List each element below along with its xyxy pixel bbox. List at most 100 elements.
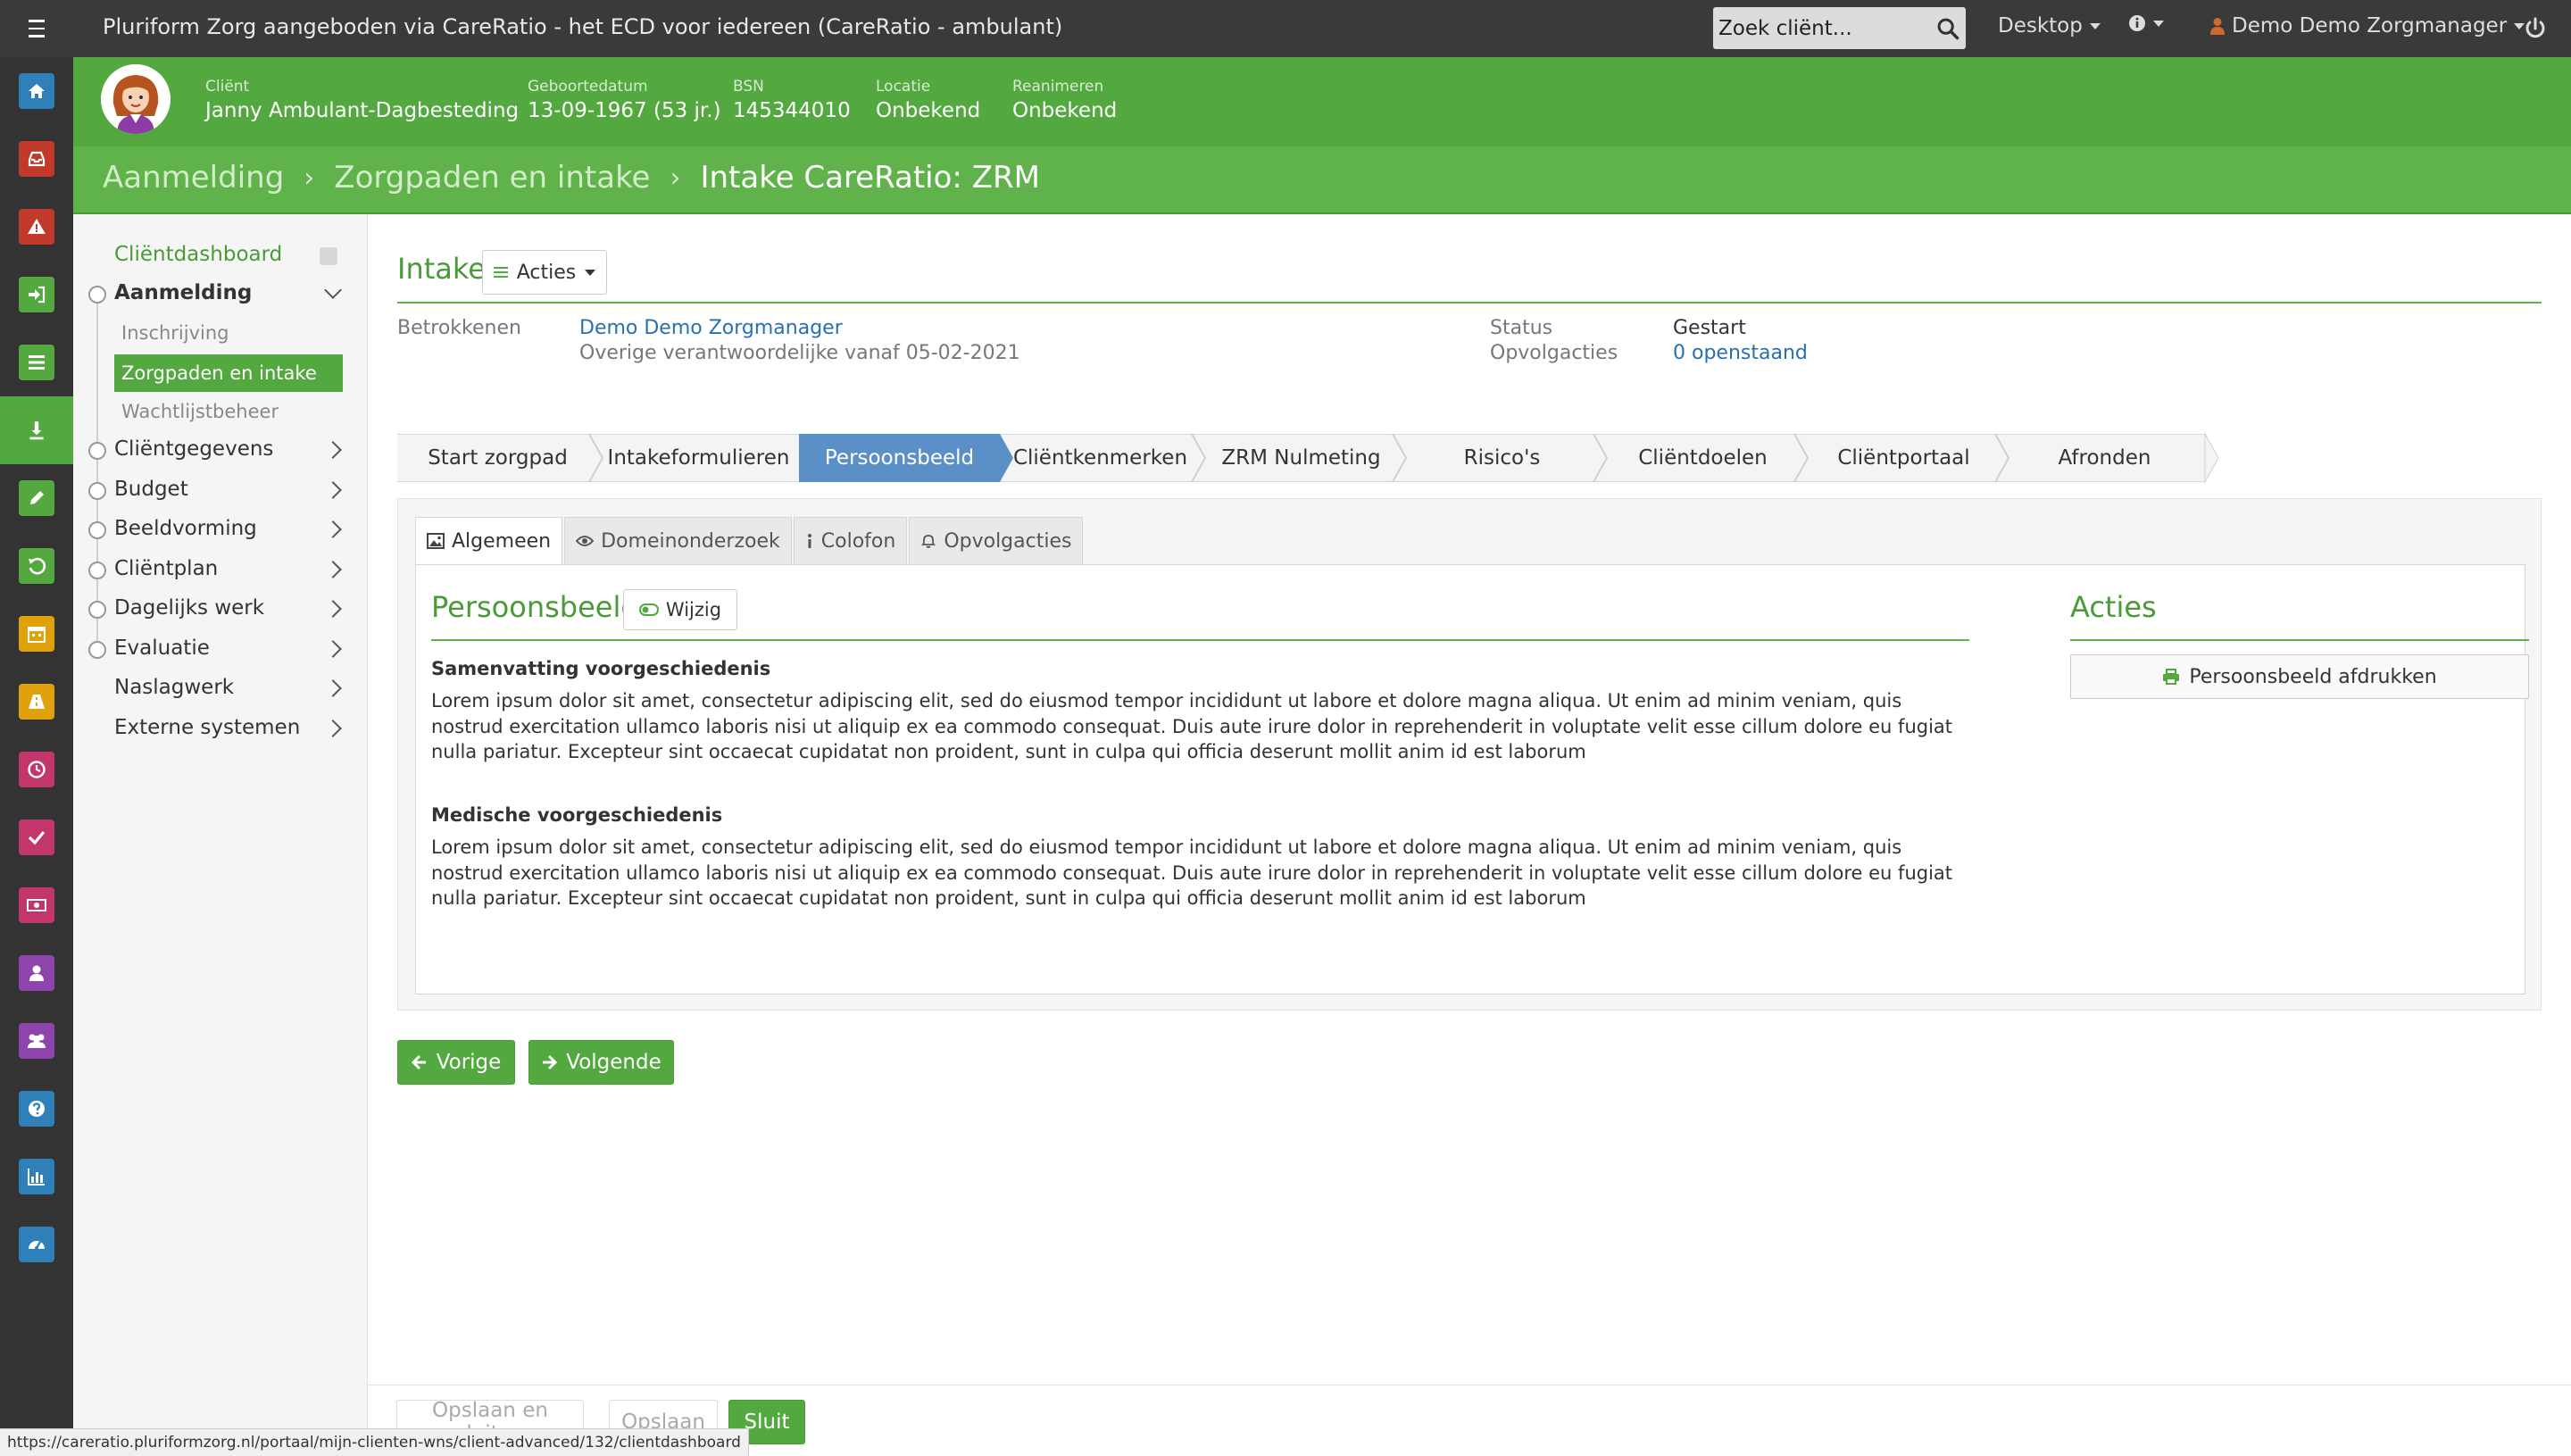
- print-persoonsbeeld-button[interactable]: Persoonsbeeld afdrukken: [2070, 654, 2529, 699]
- sidebar-item-aanmelding[interactable]: Aanmelding: [114, 281, 252, 304]
- section-divider: [2070, 639, 2529, 641]
- sidebar-item-zorgpaden-en-intake[interactable]: Zorgpaden en intake: [114, 354, 343, 392]
- sidebar-item-naslagwerk[interactable]: Naslagwerk: [114, 676, 234, 699]
- section-divider: [397, 302, 2542, 304]
- rail-item-clients[interactable]: [0, 396, 73, 464]
- rail-item-road[interactable]: [0, 668, 73, 736]
- desktop-dropdown-label: Desktop: [1998, 14, 2083, 37]
- browser-status-url: https://careratio.pluriformzorg.nl/porta…: [0, 1428, 749, 1456]
- chevron-right-icon[interactable]: [324, 720, 342, 737]
- resuscitation-label: Reanimeren: [1012, 78, 1104, 96]
- inbox-icon: [19, 141, 54, 177]
- chevron-right-icon[interactable]: [324, 600, 342, 618]
- rail-item-dashboard[interactable]: [0, 1211, 73, 1278]
- tab-colofon[interactable]: Colofon: [793, 517, 908, 565]
- location-field: Locatie Onbekend: [876, 78, 980, 122]
- medische-heading: Medische voorgeschiedenis: [431, 804, 723, 826]
- rail-item-sign-in[interactable]: [0, 261, 73, 329]
- bsn-value: 145344010: [733, 99, 851, 122]
- menu-toggle-button[interactable]: [0, 0, 73, 57]
- betrokkene-link[interactable]: Demo Demo Zorgmanager: [579, 317, 843, 339]
- chevron-down-icon[interactable]: [324, 281, 342, 299]
- caret-down-icon: [585, 269, 596, 276]
- rail-item-time[interactable]: [0, 736, 73, 803]
- chevron-right-icon[interactable]: [324, 640, 342, 658]
- arrow-right-icon: [543, 1054, 558, 1070]
- previous-step-button[interactable]: Vorige: [397, 1040, 515, 1085]
- tab-label: Opvolgacties: [944, 529, 1072, 553]
- chevron-right-icon[interactable]: [324, 679, 342, 697]
- tab-algemeen[interactable]: Algemeen: [415, 517, 563, 565]
- client-avatar[interactable]: [101, 64, 171, 134]
- search-icon[interactable]: [1935, 16, 1960, 41]
- rail-item-finance[interactable]: [0, 871, 73, 939]
- dashboard-icon: [19, 1227, 54, 1262]
- breadcrumb-aanmelding[interactable]: Aanmelding: [103, 160, 284, 196]
- wijzig-button[interactable]: Wijzig: [623, 589, 737, 630]
- opvolgacties-link[interactable]: 0 openstaand: [1673, 342, 1808, 364]
- rail-item-edit[interactable]: [0, 464, 73, 532]
- user-icon: [2210, 18, 2225, 35]
- rail-item-tasks[interactable]: [0, 803, 73, 871]
- rail-item-help[interactable]: [0, 1075, 73, 1143]
- rail-item-user[interactable]: [0, 939, 73, 1007]
- birthdate-field: Geboortedatum 13-09-1967 (53 jr.): [528, 78, 721, 122]
- info-icon: [2129, 15, 2145, 31]
- tab-domeinonderzoek[interactable]: Domeinonderzoek: [564, 517, 792, 565]
- rail-item-calendar[interactable]: [0, 600, 73, 668]
- info-dropdown[interactable]: [2128, 14, 2164, 32]
- wijzig-label: Wijzig: [665, 599, 722, 620]
- user-name: Demo Demo Zorgmanager: [2232, 14, 2508, 37]
- sidebar-item-inschrijving[interactable]: Inschrijving: [114, 314, 343, 352]
- rail-item-reports[interactable]: [0, 1143, 73, 1211]
- client-sidebar: Cliëntdashboard Aanmelding Inschrijving …: [73, 214, 368, 1456]
- next-step-button[interactable]: Volgende: [528, 1040, 674, 1085]
- sidebar-item-evaluatie[interactable]: Evaluatie: [114, 636, 210, 660]
- section-divider: [431, 639, 1969, 641]
- user-icon: [19, 955, 54, 991]
- chevron-right-icon[interactable]: [324, 441, 342, 459]
- sidebar-item-clientgegevens[interactable]: Cliëntgegevens: [114, 437, 273, 461]
- chevron-right-icon[interactable]: [324, 520, 342, 538]
- sidebar-item-beeldvorming[interactable]: Beeldvorming: [114, 517, 257, 540]
- bsn-label: BSN: [733, 78, 764, 96]
- tab-content: Persoonsbeeld Wijzig Samenvatting voorge…: [415, 564, 2529, 994]
- rail-item-team[interactable]: [0, 1007, 73, 1075]
- tab-opvolgacties[interactable]: Opvolgacties: [909, 517, 1084, 565]
- chevron-right-icon[interactable]: [324, 481, 342, 499]
- list-icon: [493, 267, 508, 278]
- caret-down-icon: [2153, 20, 2164, 27]
- chevron-right-icon[interactable]: [324, 561, 342, 578]
- power-icon[interactable]: [2521, 14, 2550, 43]
- status-label: Status: [1490, 317, 1553, 339]
- breadcrumb-separator: ›: [670, 162, 681, 194]
- bsn-field: BSN 145344010: [733, 78, 851, 122]
- sidebar-item-externe-systemen[interactable]: Externe systemen: [114, 716, 300, 739]
- rail-item-list[interactable]: [0, 329, 73, 396]
- user-dropdown[interactable]: Demo Demo Zorgmanager: [2210, 14, 2525, 37]
- toggle-icon: [638, 603, 659, 616]
- timeline-dot: [88, 442, 106, 460]
- external-link-icon[interactable]: [320, 247, 337, 265]
- rail-item-inbox[interactable]: [0, 125, 73, 193]
- location-label: Locatie: [876, 78, 931, 96]
- acties-dropdown-button[interactable]: Acties: [482, 250, 607, 295]
- sidebar-item-wachtlijstbeheer[interactable]: Wachtlijstbeheer: [114, 393, 343, 430]
- sidebar-item-clientplan[interactable]: Cliëntplan: [114, 557, 218, 580]
- road-icon: [19, 684, 54, 720]
- sidebar-item-budget[interactable]: Budget: [114, 478, 188, 501]
- samenvatting-text: Lorem ipsum dolor sit amet, consectetur …: [431, 690, 1953, 762]
- desktop-dropdown[interactable]: Desktop: [1998, 14, 2101, 37]
- acties-label: Acties: [516, 261, 577, 284]
- rail-item-home[interactable]: [0, 57, 73, 125]
- question-icon: [19, 1091, 54, 1127]
- sidebar-item-dagelijks-werk[interactable]: Dagelijks werk: [114, 596, 264, 620]
- list-icon: [19, 345, 54, 380]
- rail-item-history[interactable]: [0, 532, 73, 600]
- client-search-input[interactable]: [1713, 7, 1927, 49]
- location-value: Onbekend: [876, 99, 981, 122]
- breadcrumb-zorgpaden[interactable]: Zorgpaden en intake: [334, 160, 650, 196]
- rail-item-alerts[interactable]: [0, 193, 73, 261]
- sidebar-item-dashboard[interactable]: Cliëntdashboard: [114, 243, 282, 266]
- refresh-icon: [19, 548, 54, 584]
